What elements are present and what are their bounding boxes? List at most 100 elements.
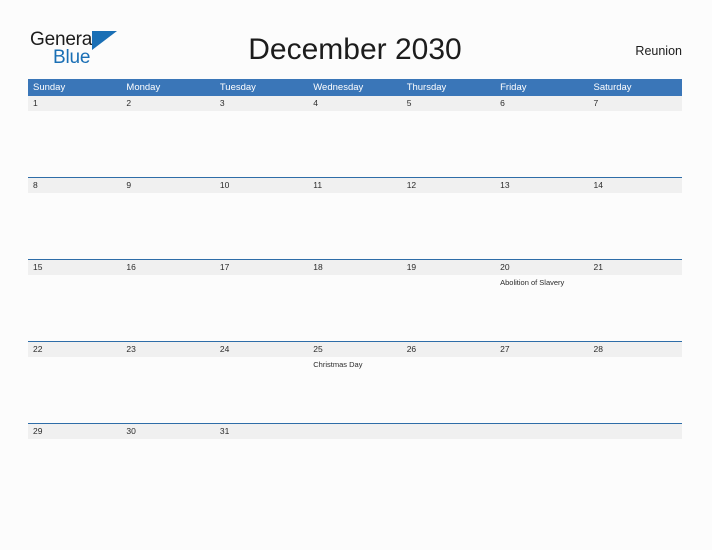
week-event-strip: Christmas Day [28, 357, 682, 423]
day-cell[interactable] [215, 275, 308, 341]
day-number[interactable]: 4 [308, 96, 401, 111]
day-cell[interactable] [28, 111, 121, 177]
day-number-empty [402, 424, 495, 439]
calendar-week-row: 1234567 [28, 96, 682, 177]
day-number-empty [495, 424, 588, 439]
day-number[interactable]: 23 [121, 342, 214, 357]
day-cell[interactable] [121, 275, 214, 341]
day-cell[interactable] [402, 275, 495, 341]
day-cell[interactable] [308, 193, 401, 259]
day-cell[interactable] [28, 439, 121, 505]
day-cell[interactable] [28, 275, 121, 341]
day-cell[interactable]: Abolition of Slavery [495, 275, 588, 341]
day-number-empty [589, 424, 682, 439]
day-cell[interactable] [215, 193, 308, 259]
weekday-header-friday: Friday [500, 82, 527, 93]
day-cell[interactable] [495, 357, 588, 423]
day-cell [589, 439, 682, 505]
day-cell[interactable] [589, 275, 682, 341]
day-number[interactable]: 20 [495, 260, 588, 275]
day-number[interactable]: 15 [28, 260, 121, 275]
calendar-grid: Sunday Monday Tuesday Wednesday Thursday… [28, 79, 682, 505]
day-number[interactable]: 10 [215, 178, 308, 193]
weekday-header-row: Sunday Monday Tuesday Wednesday Thursday… [28, 79, 682, 96]
day-number[interactable]: 1 [28, 96, 121, 111]
weekday-header-sunday: Sunday [33, 82, 66, 93]
holiday-event-label: Christmas Day [313, 360, 363, 369]
calendar-page: General Blue December 2030 Reunion Sunda… [0, 0, 712, 550]
holiday-event-label: Abolition of Slavery [500, 278, 565, 287]
day-number[interactable]: 9 [121, 178, 214, 193]
day-cell[interactable] [402, 193, 495, 259]
week-event-strip: Abolition of Slavery [28, 275, 682, 341]
weekday-header-monday: Monday [126, 82, 161, 93]
week-event-strip [28, 193, 682, 259]
day-number[interactable]: 29 [28, 424, 121, 439]
calendar-week-row: 29 30 31 [28, 423, 682, 505]
day-cell[interactable] [402, 111, 495, 177]
day-number[interactable]: 11 [308, 178, 401, 193]
calendar-weeks: 1 2 3 4 5 6 7 8 9 10 11 12 13 14 15 16 17 18 19 20 21 Aboliti… [28, 96, 682, 505]
weekday-header-thursday: Thursday [406, 82, 447, 93]
day-cell[interactable] [495, 111, 588, 177]
day-number[interactable]: 18 [308, 260, 401, 275]
day-number[interactable]: 16 [121, 260, 214, 275]
week-event-strip [28, 439, 682, 505]
day-cell[interactable] [402, 357, 495, 423]
day-cell[interactable] [308, 111, 401, 177]
day-number[interactable]: 28 [589, 342, 682, 357]
region-label: Reunion [635, 44, 682, 58]
day-cell[interactable] [589, 357, 682, 423]
page-header: General Blue December 2030 Reunion [28, 26, 682, 74]
day-cell[interactable] [215, 357, 308, 423]
day-cell[interactable] [121, 439, 214, 505]
day-cell[interactable] [121, 111, 214, 177]
calendar-week-row: 8 9 10 11 12 13 14 [28, 177, 682, 259]
weekday-header-saturday: Saturday [593, 82, 632, 93]
day-cell[interactable] [308, 275, 401, 341]
day-cell[interactable] [121, 193, 214, 259]
day-number[interactable]: 26 [402, 342, 495, 357]
calendar-week-row: 15 16 17 18 19 20 21 Abolition of Slavery [28, 259, 682, 341]
week-date-strip: 8 9 10 11 12 13 14 [28, 178, 682, 193]
day-cell[interactable] [121, 357, 214, 423]
week-date-strip: 1234567 [28, 96, 682, 111]
day-cell[interactable] [28, 357, 121, 423]
day-number[interactable]: 19 [402, 260, 495, 275]
day-cell[interactable] [28, 193, 121, 259]
day-cell [402, 439, 495, 505]
page-title: December 2030 [248, 33, 462, 66]
day-number[interactable]: 6 [495, 96, 588, 111]
day-number[interactable]: 30 [121, 424, 214, 439]
week-date-strip: 29 30 31 [28, 424, 682, 439]
week-date-strip: 15 16 17 18 19 20 21 [28, 260, 682, 275]
day-number[interactable]: 3 [215, 96, 308, 111]
week-event-strip [28, 111, 682, 177]
day-number[interactable]: 27 [495, 342, 588, 357]
day-number[interactable]: 13 [495, 178, 588, 193]
day-number[interactable]: 21 [589, 260, 682, 275]
day-cell[interactable] [495, 193, 588, 259]
day-cell[interactable]: Christmas Day [308, 357, 401, 423]
day-number[interactable]: 2 [121, 96, 214, 111]
week-date-strip: 22 23 24 25 26 27 28 [28, 342, 682, 357]
day-number[interactable]: 5 [402, 96, 495, 111]
day-number[interactable]: 8 [28, 178, 121, 193]
day-cell[interactable] [589, 111, 682, 177]
weekday-header-tuesday: Tuesday [219, 82, 256, 93]
day-cell[interactable] [215, 439, 308, 505]
day-cell[interactable] [215, 111, 308, 177]
day-number[interactable]: 24 [215, 342, 308, 357]
calendar-week-row: 22 23 24 25 26 27 28 Christmas Day [28, 341, 682, 423]
day-number[interactable]: 12 [402, 178, 495, 193]
day-cell [308, 439, 401, 505]
day-number[interactable]: 31 [215, 424, 308, 439]
day-number[interactable]: 25 [308, 342, 401, 357]
day-number[interactable]: 17 [215, 260, 308, 275]
day-number[interactable]: 22 [28, 342, 121, 357]
day-number[interactable]: 14 [589, 178, 682, 193]
day-cell[interactable] [589, 193, 682, 259]
day-number[interactable]: 7 [589, 96, 682, 111]
day-number-empty [308, 424, 401, 439]
day-cell [495, 439, 588, 505]
